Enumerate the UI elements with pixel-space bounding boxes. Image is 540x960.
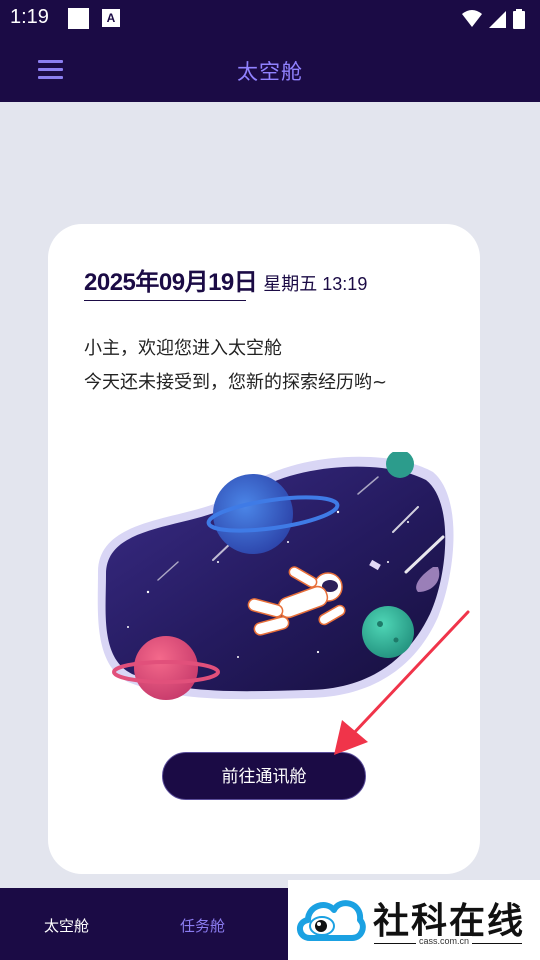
wifi-icon (462, 10, 482, 27)
watermark-domain: cass.com.cn (416, 936, 473, 946)
greeting-line-2: 今天还未接受到，您新的探索经历哟~ (84, 372, 388, 393)
nav-item-tasks[interactable]: 任务舱 (180, 915, 225, 936)
greeting-line-1: 小主，欢迎您进入太空舱 (84, 338, 282, 359)
welcome-card: 2025年09月19日 星期五 13:19 小主，欢迎您进入太空舱 今天还未接受到… (48, 224, 480, 874)
app-bar: 太空舱 (0, 38, 540, 102)
accessibility-a-icon: A (102, 9, 120, 27)
date-underline (84, 300, 246, 301)
signal-icon (489, 11, 506, 28)
status-time: 1:19 (10, 6, 49, 28)
battery-icon (513, 9, 525, 29)
date-line: 2025年09月19日 星期五 13:19 (84, 262, 367, 297)
red-annotation-arrow (334, 610, 470, 755)
notification-square-icon (68, 8, 89, 29)
weekday-time-text: 星期五 13:19 (263, 274, 368, 294)
status-bar: 1:19 A (0, 0, 540, 38)
cloud-eye-logo-icon (297, 900, 366, 941)
watermark-logo: 社科在线 cass.com.cn (288, 880, 540, 960)
system-status-icons (460, 8, 532, 34)
date-text: 2025年09月19日 (84, 269, 258, 296)
page-title: 太空舱 (237, 60, 303, 84)
nav-item-home[interactable]: 太空舱 (44, 915, 89, 936)
